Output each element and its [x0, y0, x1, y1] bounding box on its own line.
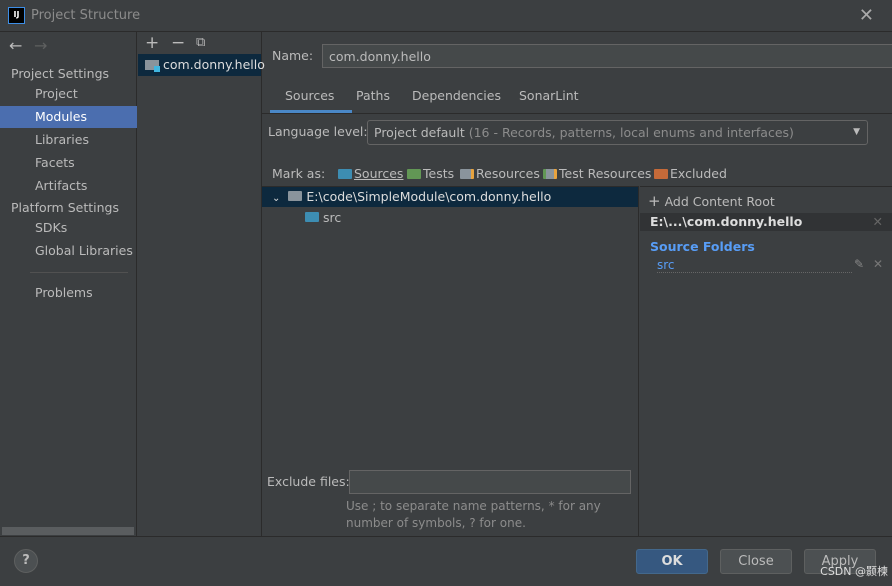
resources-folder-icon: [460, 168, 474, 179]
chevron-down-icon[interactable]: ⌄: [272, 193, 280, 204]
mark-sources-button[interactable]: Sources: [338, 166, 403, 181]
sidebar-item-sdks[interactable]: SDKs: [0, 217, 137, 239]
mark-sources-label: Sources: [354, 166, 404, 181]
sidebar-item-project[interactable]: Project: [0, 83, 137, 105]
window-title: Project Structure: [31, 8, 141, 23]
exclude-files-label: Exclude files:: [267, 474, 350, 489]
edit-pencil-icon[interactable]: ✎: [854, 257, 864, 271]
back-arrow-icon[interactable]: ←: [9, 36, 22, 55]
watermark: CSDN @颢楝: [820, 565, 888, 578]
hint-line: Use ; to separate name patterns, * for a…: [346, 499, 601, 513]
source-folder-src: src: [657, 258, 852, 273]
divider: [30, 272, 128, 273]
name-input[interactable]: [322, 44, 892, 68]
test-resources-folder-icon: [543, 168, 557, 179]
tab-sources[interactable]: Sources: [285, 88, 334, 103]
sources-folder-icon: [338, 168, 352, 179]
add-icon[interactable]: +: [145, 33, 159, 53]
project-settings-heading: Project Settings: [11, 66, 110, 81]
source-folders-heading: Source Folders: [650, 239, 755, 254]
module-list: + − ⧉ com.donny.hello: [138, 32, 265, 536]
exclude-files-input[interactable]: [349, 470, 631, 494]
sidebar-item-modules[interactable]: Modules: [0, 106, 137, 128]
tests-folder-icon: [407, 168, 421, 179]
tree-root-label: E:\code\SimpleModule\com.donny.hello: [306, 189, 552, 204]
title-bar: IJ Project Structure ✕: [0, 0, 892, 32]
content-root-label: E:\...\com.donny.hello: [650, 214, 803, 229]
sidebar-item-problems[interactable]: Problems: [0, 282, 137, 304]
module-row[interactable]: com.donny.hello: [138, 54, 265, 76]
platform-settings-heading: Platform Settings: [11, 200, 119, 215]
sidebar: ← → Project Settings Project Modules Lib…: [0, 32, 137, 536]
close-icon[interactable]: ✕: [873, 257, 883, 271]
intellij-logo: IJ: [8, 7, 25, 24]
add-content-root-button[interactable]: + Add Content Root: [648, 192, 775, 210]
remove-icon[interactable]: −: [171, 33, 185, 53]
module-settings: Name: Sources Paths Dependencies SonarLi…: [262, 32, 892, 536]
module-label: com.donny.hello: [163, 57, 265, 72]
add-content-root-label: Add Content Root: [664, 194, 775, 209]
tab-paths[interactable]: Paths: [356, 88, 390, 103]
forward-arrow-icon[interactable]: →: [34, 36, 47, 55]
divider: [262, 113, 892, 114]
sidebar-item-global-libraries[interactable]: Global Libraries: [0, 240, 137, 262]
content-root-header: E:\...\com.donny.hello ✕: [640, 213, 892, 231]
language-level-label: Language level:: [268, 124, 368, 139]
ok-button[interactable]: OK: [636, 549, 708, 574]
mark-resources-label: Resources: [476, 166, 540, 181]
name-label: Name:: [272, 48, 314, 63]
mark-tests-button[interactable]: Tests: [407, 166, 454, 181]
close-icon[interactable]: ✕: [859, 5, 874, 26]
tab-dependencies[interactable]: Dependencies: [412, 88, 501, 103]
exclude-files-hint: Use ; to separate name patterns, * for a…: [346, 498, 601, 532]
language-level-detail: (16 - Records, patterns, local enums and…: [468, 125, 794, 140]
add-icon: +: [648, 192, 661, 210]
scrollbar[interactable]: [2, 527, 134, 535]
hint-line: number of symbols, ? for one.: [346, 516, 526, 530]
sidebar-item-libraries[interactable]: Libraries: [0, 129, 137, 151]
content-root-panel: + Add Content Root E:\...\com.donny.hell…: [640, 186, 892, 536]
mark-excluded-label: Excluded: [670, 166, 727, 181]
copy-icon[interactable]: ⧉: [196, 35, 205, 50]
close-button[interactable]: Close: [720, 549, 792, 574]
mark-test-resources-button[interactable]: Test Resources: [543, 166, 651, 181]
help-button[interactable]: ?: [14, 549, 38, 573]
language-level-dropdown[interactable]: Project default (16 - Records, patterns,…: [367, 120, 868, 145]
folder-icon: [288, 191, 303, 201]
sources-folder-icon: [305, 212, 319, 222]
tree-root-row[interactable]: ⌄ E:\code\SimpleModule\com.donny.hello: [262, 187, 638, 207]
close-icon[interactable]: ✕: [873, 213, 883, 231]
chevron-down-icon: ▼: [853, 127, 860, 137]
module-folder-icon: [145, 60, 160, 72]
dialog-footer: ? OK Close Apply CSDN @颢楝: [0, 536, 892, 586]
mark-excluded-button[interactable]: Excluded: [654, 166, 727, 181]
mark-as-label: Mark as:: [272, 166, 326, 181]
tree-item-label: src: [323, 210, 342, 225]
tab-sonarlint[interactable]: SonarLint: [519, 88, 579, 103]
mark-test-resources-label: Test Resources: [559, 166, 652, 181]
language-level-value: Project default: [374, 125, 465, 140]
mark-resources-button[interactable]: Resources: [460, 166, 540, 181]
mark-tests-label: Tests: [423, 166, 455, 181]
sidebar-item-artifacts[interactable]: Artifacts: [0, 175, 137, 197]
tree-item-src[interactable]: src: [305, 208, 341, 228]
excluded-folder-icon: [654, 168, 668, 179]
sidebar-item-facets[interactable]: Facets: [0, 152, 137, 174]
